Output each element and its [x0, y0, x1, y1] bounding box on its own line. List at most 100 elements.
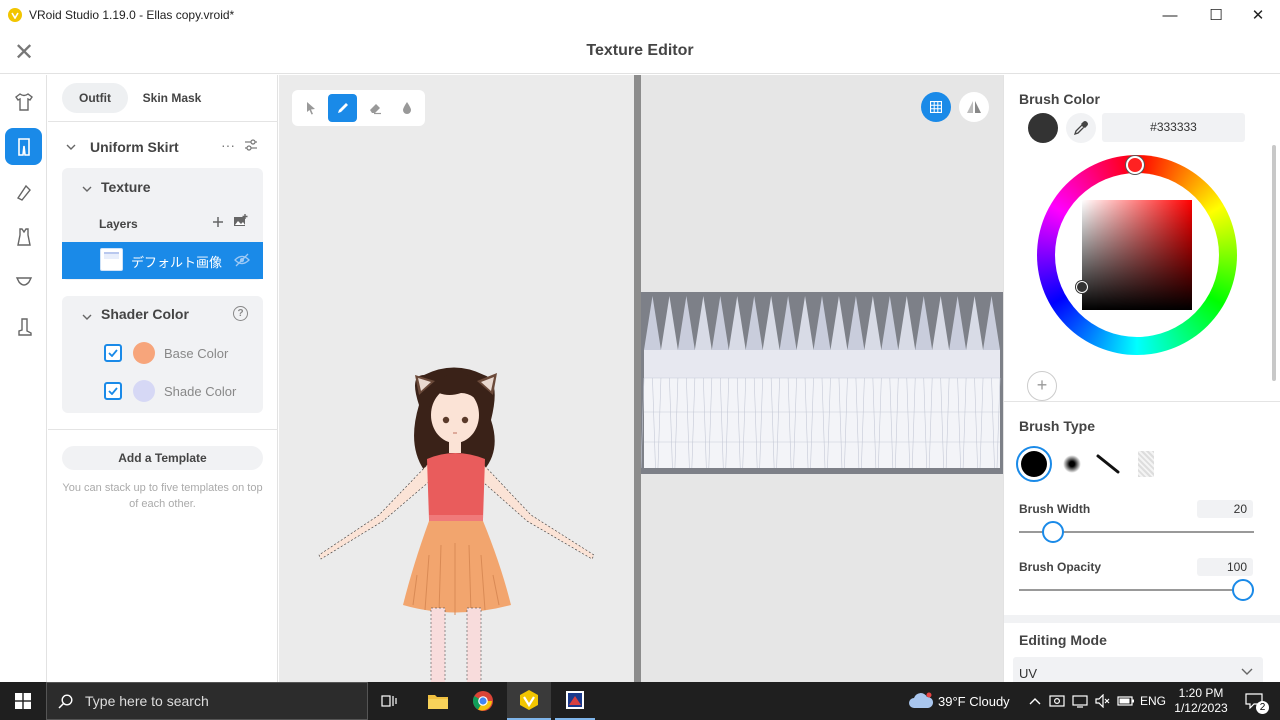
- brush-opacity-slider[interactable]: [1019, 589, 1254, 591]
- maximize-icon: ☐: [1209, 7, 1223, 24]
- brush-width-input[interactable]: 20: [1197, 500, 1253, 518]
- brush-opacity-input[interactable]: 100: [1197, 558, 1253, 576]
- taskbar-search-box[interactable]: Type here to search: [46, 682, 368, 720]
- brush-width-label: Brush Width: [1019, 502, 1091, 516]
- base-color-checkbox[interactable]: [104, 344, 122, 362]
- rail-item-accessory[interactable]: [5, 173, 42, 210]
- close-window-button[interactable]: ✕: [1235, 0, 1280, 30]
- help-icon[interactable]: ?: [233, 306, 248, 321]
- left-panel: Outfit Skin Mask Uniform Skirt ··· Textu…: [48, 75, 278, 682]
- hue-handle[interactable]: [1126, 156, 1144, 174]
- tray-meet-now[interactable]: [1046, 682, 1068, 720]
- sliders-icon: [245, 139, 257, 151]
- taskbar-vroid-studio[interactable]: [507, 682, 551, 720]
- current-color-swatch[interactable]: [1028, 113, 1058, 143]
- brush-width-thumb[interactable]: [1042, 521, 1065, 543]
- tray-battery[interactable]: [1115, 682, 1137, 720]
- start-button[interactable]: [0, 682, 46, 720]
- base-color-swatch[interactable]: [133, 342, 155, 364]
- vroid-app-icon: [8, 8, 22, 22]
- cloud-icon: [909, 692, 934, 708]
- editing-mode-select[interactable]: UV: [1013, 657, 1263, 682]
- tray-volume[interactable]: [1092, 682, 1114, 720]
- taskbar-image-app[interactable]: [555, 682, 595, 720]
- tray-clock[interactable]: 1:20 PM 1/12/2023: [1170, 682, 1232, 720]
- weather-widget-icon[interactable]: [906, 682, 936, 720]
- chevron-down-icon: [1241, 668, 1253, 675]
- rail-item-tops[interactable]: [5, 83, 42, 120]
- vroid-icon: [520, 690, 538, 710]
- model-viewport[interactable]: [279, 75, 634, 682]
- brush-type-texture[interactable]: [1132, 450, 1160, 478]
- base-color-label: Base Color: [164, 346, 229, 361]
- tray-network[interactable]: [1069, 682, 1091, 720]
- task-view-button[interactable]: [372, 682, 408, 720]
- pane-splitter[interactable]: [634, 75, 641, 682]
- layer-row[interactable]: デフォルト画像: [62, 242, 263, 279]
- add-color-preset-button[interactable]: +: [1027, 371, 1057, 401]
- shade-color-checkbox[interactable]: [104, 382, 122, 400]
- item-name: Uniform Skirt: [90, 139, 179, 155]
- mirror-icon: [967, 101, 981, 113]
- maximize-button[interactable]: ☐: [1193, 0, 1239, 30]
- eyedropper-button[interactable]: [1066, 113, 1096, 143]
- tray-overflow-button[interactable]: [1027, 682, 1043, 720]
- grid-icon: [930, 101, 942, 113]
- rail-item-bottoms[interactable]: [5, 128, 42, 165]
- divider: [48, 121, 278, 122]
- hex-color-input[interactable]: #333333: [1102, 113, 1245, 142]
- texture-collapse-toggle[interactable]: [82, 181, 92, 199]
- folder-icon: [428, 695, 448, 709]
- taskbar-file-explorer[interactable]: [418, 682, 458, 720]
- brush-opacity-label: Brush Opacity: [1019, 560, 1102, 574]
- underwear-icon: [15, 276, 32, 286]
- category-rail: [0, 75, 47, 682]
- window-title: VRoid Studio 1.19.0 - Ellas copy.vroid*: [29, 8, 235, 22]
- rail-item-shoes[interactable]: [5, 308, 42, 345]
- shader-collapse-toggle[interactable]: [82, 309, 92, 327]
- panel-scrollbar[interactable]: [1272, 145, 1276, 381]
- more-options-button[interactable]: ···: [221, 137, 235, 153]
- color-handle[interactable]: [1076, 281, 1088, 293]
- layer-visibility-toggle[interactable]: [234, 253, 250, 272]
- item-collapse-toggle[interactable]: [66, 139, 76, 157]
- accessory-icon: [16, 184, 31, 201]
- layers-label: Layers: [99, 217, 138, 231]
- onepiece-icon: [16, 227, 31, 246]
- tray-language[interactable]: ENG: [1139, 682, 1167, 720]
- avatar-model: [318, 367, 595, 682]
- brush-type-soft[interactable]: [1058, 450, 1086, 478]
- uv-texture-canvas[interactable]: [641, 75, 1003, 682]
- close-icon: ✕: [1251, 7, 1265, 24]
- brush-color-title: Brush Color: [1019, 91, 1100, 107]
- taskbar-search-placeholder: Type here to search: [85, 693, 209, 709]
- page-title: Texture Editor: [586, 42, 694, 59]
- add-image-icon: [234, 214, 248, 226]
- windows-taskbar: Type here to search 39°F Cloudy ENG 1:20…: [0, 682, 1280, 720]
- plus-icon: [213, 217, 223, 227]
- minimize-button[interactable]: —: [1147, 0, 1193, 30]
- brush-opacity-thumb[interactable]: [1232, 579, 1254, 601]
- weather-text[interactable]: 39°F Cloudy: [938, 682, 1018, 720]
- import-image-button[interactable]: [233, 214, 248, 232]
- saturation-value-square[interactable]: [1082, 200, 1192, 310]
- rail-item-underwear[interactable]: [5, 263, 42, 300]
- right-panel: Brush Color #333333 + Brush Type Brush W…: [1003, 75, 1280, 682]
- shade-color-swatch[interactable]: [133, 380, 155, 402]
- taskbar-chrome[interactable]: [462, 682, 504, 720]
- add-template-button[interactable]: Add a Template: [62, 446, 263, 470]
- mirror-toggle[interactable]: [959, 92, 989, 122]
- adjust-settings-button[interactable]: [244, 138, 258, 157]
- chevron-down-icon: [66, 144, 76, 150]
- add-layer-button[interactable]: [212, 212, 224, 233]
- rail-item-onepiece[interactable]: [5, 218, 42, 255]
- uv-grid-toggle[interactable]: [921, 92, 951, 122]
- tab-outfit[interactable]: Outfit: [62, 83, 128, 113]
- task-view-icon: [381, 695, 397, 707]
- notification-count-badge: 2: [1256, 701, 1269, 714]
- tab-skin-mask[interactable]: Skin Mask: [136, 83, 208, 113]
- brush-type-pen[interactable]: [1094, 450, 1122, 478]
- brush-type-hard[interactable]: [1016, 446, 1052, 482]
- clock-date: 1/12/2023: [1174, 701, 1228, 715]
- notification-center-button[interactable]: 2: [1236, 682, 1272, 720]
